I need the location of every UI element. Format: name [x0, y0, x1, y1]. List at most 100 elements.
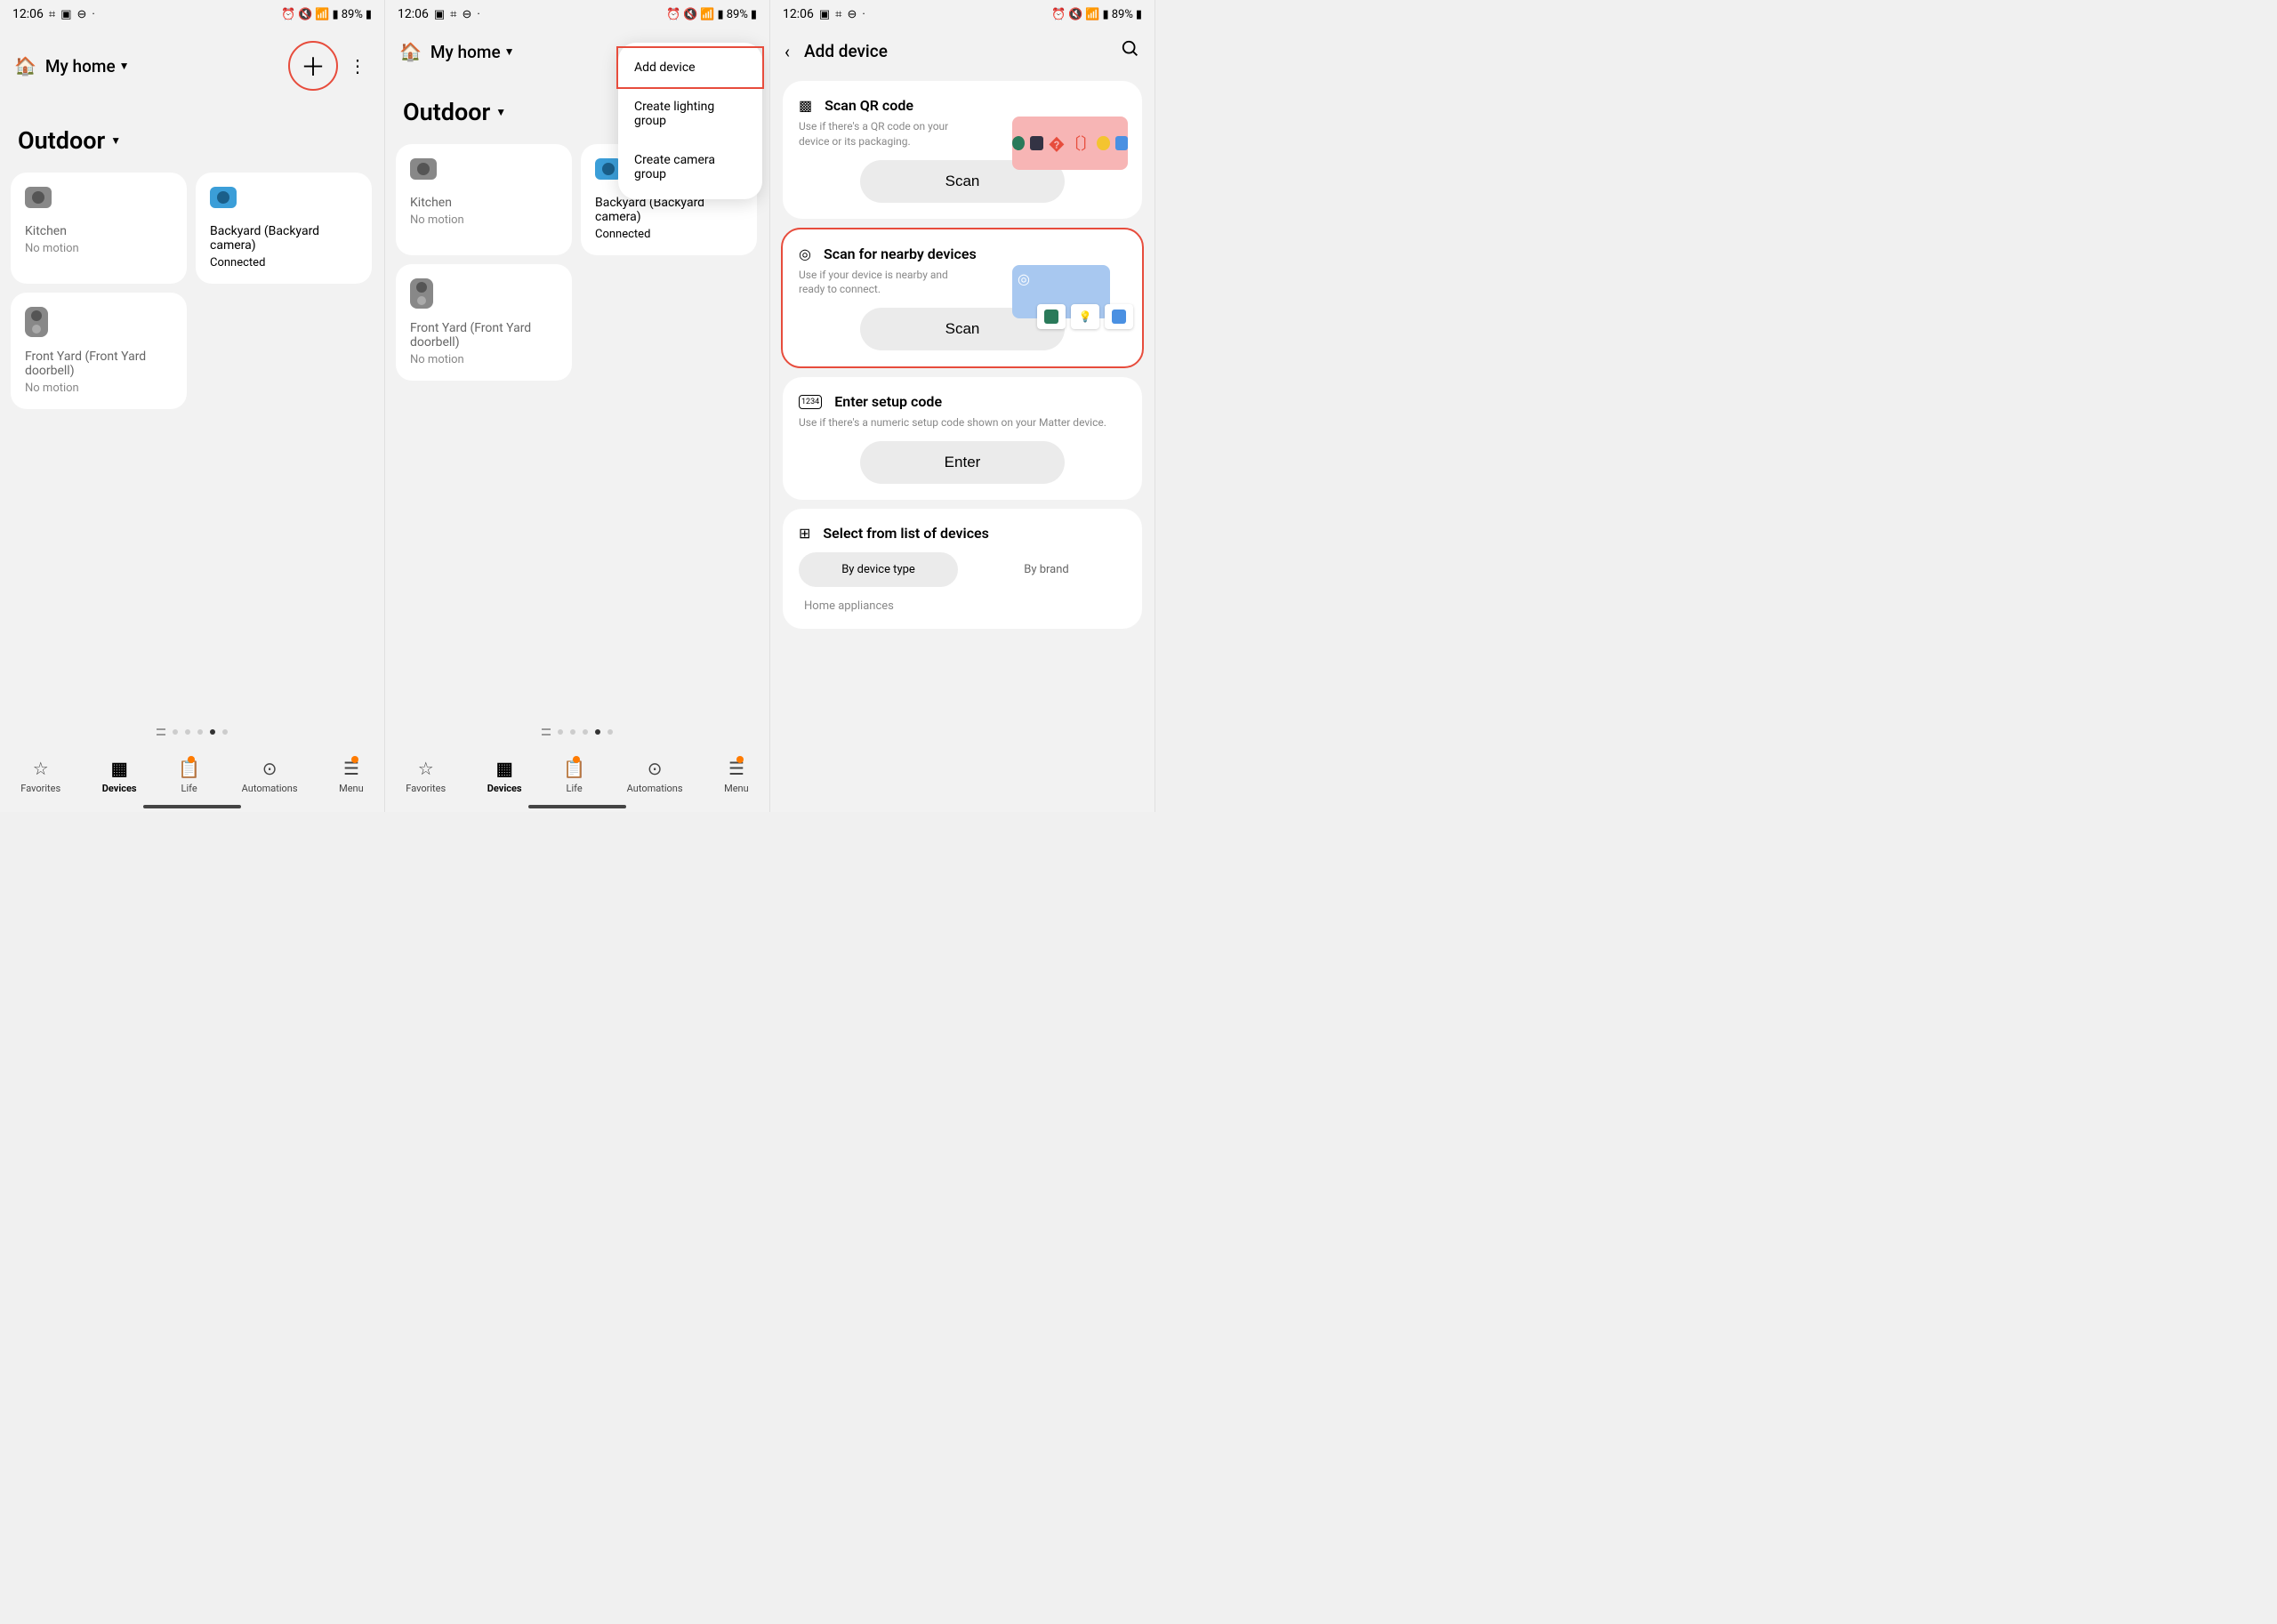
image-icon: ▣: [819, 8, 830, 21]
option-desc: Use if there's a numeric setup code show…: [799, 415, 1126, 430]
wifi-icon: 📶: [700, 8, 714, 21]
menu-create-camera[interactable]: Create camera group: [618, 141, 762, 194]
nav-menu[interactable]: ☰ Menu: [339, 758, 364, 794]
device-name: Front Yard (Front Yard doorbell): [410, 321, 558, 350]
nav-devices[interactable]: ▦ Devices: [487, 758, 522, 794]
dnd-icon: ⊖: [77, 8, 87, 21]
toggle-by-brand[interactable]: By brand: [967, 552, 1126, 587]
toggle-by-type[interactable]: By device type: [799, 552, 958, 587]
camera-icon: [410, 158, 437, 180]
page-title: Add device: [804, 41, 888, 61]
menu-add-device[interactable]: Add device: [616, 46, 764, 89]
screen-3-add-device: 12:06 ▣ ⌗ ⊖ · ⏰ 🔇 📶 ▮ 89% ▮ ‹ Add device…: [770, 0, 1155, 812]
camera-icon: [25, 187, 52, 208]
device-mini-icon: [1037, 304, 1066, 329]
slack-icon: ⌗: [450, 8, 456, 21]
notification-badge: [188, 756, 195, 763]
device-status: No motion: [25, 382, 173, 395]
device-status: No motion: [410, 213, 558, 227]
status-time: 12:06: [398, 7, 429, 21]
home-selector[interactable]: My home▼: [430, 42, 515, 62]
alarm-icon: ⏰: [1051, 8, 1066, 21]
grid-icon: ▦: [496, 758, 513, 779]
home-indicator[interactable]: [528, 805, 626, 808]
slack-icon: ⌗: [49, 8, 55, 21]
alarm-icon: ⏰: [666, 8, 680, 21]
star-icon: ☆: [418, 758, 434, 779]
wifi-icon: 📶: [315, 8, 329, 21]
device-name: Backyard (Backyard camera): [595, 196, 743, 224]
device-status: No motion: [25, 242, 173, 255]
home-selector[interactable]: My home▼: [45, 56, 130, 76]
play-icon: ⊙: [262, 758, 278, 779]
battery-icon: ▮: [366, 8, 372, 21]
page-indicator[interactable]: [0, 728, 384, 736]
home-icon: 🏠: [399, 41, 422, 62]
dnd-icon: ⊖: [848, 8, 857, 21]
more-icon: ·: [862, 8, 865, 21]
menu-create-lighting[interactable]: Create lighting group: [618, 87, 762, 141]
search-button[interactable]: [1121, 39, 1140, 63]
device-card-frontyard[interactable]: Front Yard (Front Yard doorbell) No moti…: [396, 264, 572, 381]
add-device-header: ‹ Add device: [770, 25, 1155, 72]
option-setup-code[interactable]: 1234 Enter setup code Use if there's a n…: [783, 377, 1142, 500]
list-icon: ⊞: [799, 525, 810, 542]
signal-icon: ▮: [1103, 8, 1109, 21]
page-indicator[interactable]: [385, 728, 769, 736]
nav-life[interactable]: 📋 Life: [178, 758, 200, 794]
qr-visual: �〔〕: [1012, 117, 1128, 170]
notification-badge: [736, 756, 744, 763]
status-time: 12:06: [783, 7, 814, 21]
battery-percent: 89%: [727, 8, 748, 21]
option-title: Select from list of devices: [823, 525, 988, 542]
device-name: Front Yard (Front Yard doorbell): [25, 350, 173, 378]
device-mini-icon: 💡: [1071, 304, 1099, 329]
option-select-list: ⊞ Select from list of devices By device …: [783, 509, 1142, 629]
nav-favorites[interactable]: ☆ Favorites: [20, 758, 60, 794]
device-status: No motion: [410, 353, 558, 366]
bottom-nav: ☆ Favorites ▦ Devices 📋 Life ⊙ Automatio…: [385, 744, 769, 812]
app-header: 🏠 My home▼ ＋ ⋮: [0, 25, 384, 100]
battery-percent: 89%: [342, 8, 363, 21]
image-icon: ▣: [60, 8, 71, 21]
home-indicator[interactable]: [143, 805, 241, 808]
option-scan-qr[interactable]: ▩ Scan QR code Use if there's a QR code …: [783, 81, 1142, 219]
nav-favorites[interactable]: ☆ Favorites: [406, 758, 446, 794]
room-selector[interactable]: Outdoor▼: [0, 100, 384, 173]
nav-devices[interactable]: ▦ Devices: [102, 758, 137, 794]
more-icon: ·: [92, 8, 94, 21]
more-button[interactable]: ⋮: [345, 55, 370, 76]
enter-code-button[interactable]: Enter: [860, 441, 1065, 484]
option-scan-nearby[interactable]: ◎ Scan for nearby devices Use if your de…: [781, 228, 1144, 369]
mute-icon: 🔇: [298, 8, 312, 21]
nav-menu[interactable]: ☰ Menu: [724, 758, 749, 794]
back-button[interactable]: ‹: [784, 41, 790, 62]
device-card-kitchen[interactable]: Kitchen No motion: [11, 173, 187, 284]
dnd-icon: ⊖: [463, 8, 472, 21]
status-bar: 12:06 ▣ ⌗ ⊖ · ⏰ 🔇 📶 ▮ 89% ▮: [770, 0, 1155, 25]
battery-percent: 89%: [1112, 8, 1133, 21]
add-button[interactable]: ＋: [288, 41, 338, 91]
doorbell-icon: [25, 307, 48, 337]
battery-icon: ▮: [751, 8, 757, 21]
nav-automations[interactable]: ⊙ Automations: [242, 758, 298, 794]
device-name: Kitchen: [410, 196, 558, 210]
alarm-icon: ⏰: [281, 8, 295, 21]
signal-icon: ▮: [718, 8, 724, 21]
status-time: 12:06: [12, 7, 44, 21]
bottom-nav: ☆ Favorites ▦ Devices 📋 Life ⊙ Automatio…: [0, 744, 384, 812]
option-desc: Use if there's a QR code on your device …: [799, 119, 968, 149]
more-icon: ·: [477, 8, 479, 21]
mute-icon: 🔇: [683, 8, 697, 21]
nav-life[interactable]: 📋 Life: [563, 758, 585, 794]
device-card-backyard[interactable]: Backyard (Backyard camera) Connected: [196, 173, 372, 284]
nav-automations[interactable]: ⊙ Automations: [627, 758, 683, 794]
option-title: Enter setup code: [834, 393, 942, 410]
device-card-frontyard[interactable]: Front Yard (Front Yard doorbell) No moti…: [11, 293, 187, 409]
device-status: Connected: [595, 228, 743, 241]
device-status: Connected: [210, 256, 358, 269]
code-icon: 1234: [799, 395, 822, 409]
image-icon: ▣: [434, 8, 445, 21]
device-card-kitchen[interactable]: Kitchen No motion: [396, 144, 572, 255]
category-label: Home appliances: [799, 587, 1126, 613]
